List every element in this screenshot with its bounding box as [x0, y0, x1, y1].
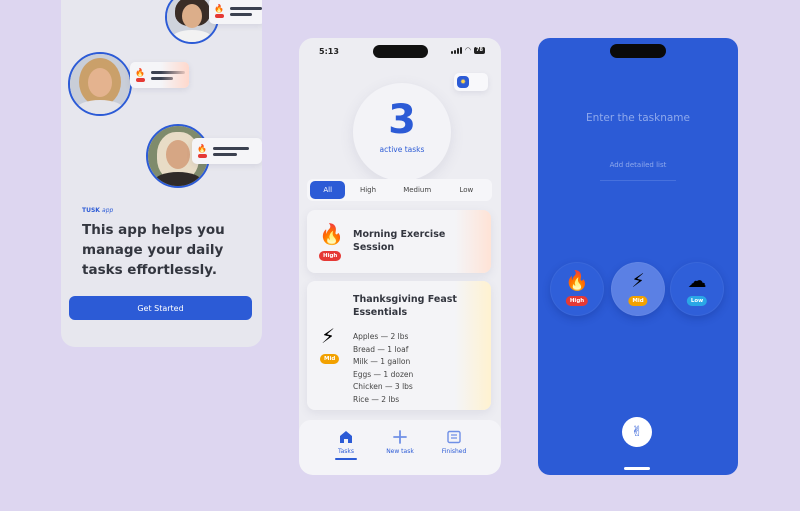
detail-underline [600, 180, 676, 181]
tab-new-task[interactable]: New task [383, 429, 417, 475]
task-items: Apples — 2 lbs Bread — 1 loaf Milk — 1 g… [353, 331, 413, 406]
tab-label: New task [386, 448, 414, 455]
priority-badge: High [565, 296, 589, 306]
status-time: 5:13 [319, 47, 339, 56]
avatar-woman-blonde [68, 52, 132, 116]
list-item: Chicken — 3 lbs [353, 382, 413, 391]
task-title: Thanksgiving Feast Essentials [353, 294, 457, 318]
fire-icon: 🔥 [214, 3, 224, 13]
priority-badge: Low [686, 296, 708, 306]
detail-input[interactable]: Add detailed list [538, 161, 738, 169]
wifi-icon: ◠ [464, 46, 472, 54]
cloud-icon: ☁ [687, 270, 707, 292]
taskname-input[interactable]: Enter the taskname [538, 112, 738, 124]
signal-icon [450, 47, 462, 54]
priority-mid-option[interactable]: ⚡ Mid [611, 262, 665, 316]
active-count: 3 [388, 97, 416, 143]
task-title: Morning Exercise Session [353, 229, 446, 253]
priority-low-option[interactable]: ☁ Low [670, 262, 724, 316]
onboarding-headline: This app helps you manage your daily tas… [82, 222, 225, 278]
status-icons: ◠ 78 [450, 46, 485, 54]
onboarding-screen: 🔥 🔥 🔥 TUSK app This app helps you manage… [61, 0, 262, 347]
fire-icon: 🔥 [565, 270, 589, 292]
preview-card: 🔥 [130, 62, 189, 88]
active-tasks-counter: 3 active tasks [353, 83, 451, 181]
active-label: active tasks [379, 145, 425, 154]
task-card[interactable]: ⚡ Mid Thanksgiving Feast Essentials Appl… [307, 281, 491, 410]
fire-icon: 🔥 [197, 143, 207, 153]
priority-badge: High [319, 251, 342, 261]
battery-icon: 78 [474, 47, 485, 54]
filter-high[interactable]: High [345, 186, 390, 194]
list-item: Apples — 2 lbs [353, 332, 409, 341]
hand-ok-icon[interactable]: ✌ [622, 417, 652, 447]
tab-label: Finished [441, 448, 467, 455]
tab-bar: Tasks New task Finished [299, 420, 501, 475]
lightning-icon: ⚡ [321, 324, 336, 348]
filter-low[interactable]: Low [444, 186, 489, 194]
list-item: Eggs — 1 dozen [353, 369, 414, 379]
home-indicator [624, 467, 650, 470]
list-item: Rice — 2 lbs [353, 394, 400, 404]
plus-icon [393, 430, 407, 444]
sun-icon: ✹ [457, 76, 469, 88]
high-pill [214, 13, 224, 18]
active-tab-indicator [335, 458, 357, 460]
task-card[interactable]: 🔥 High Morning Exercise Session [307, 210, 491, 273]
theme-toggle[interactable]: ✹ [454, 73, 488, 91]
dynamic-island [610, 44, 666, 58]
priority-badge: Mid [628, 296, 648, 306]
fire-icon: 🔥 [319, 222, 344, 246]
new-task-screen: Enter the taskname Add detailed list 🔥 H… [538, 38, 738, 475]
dynamic-island [373, 45, 428, 58]
fire-icon: 🔥 [135, 67, 145, 77]
tasks-screen: 5:13 ◠ 78 ✹ 3 active tasks All High Medi… [299, 38, 501, 475]
home-icon [340, 431, 352, 443]
high-pill [197, 153, 207, 158]
list-item: Bread — 1 loaf [353, 344, 409, 354]
priority-badge: Mid [320, 354, 340, 364]
tab-tasks[interactable]: Tasks [329, 429, 363, 475]
brand-label: TUSK app [82, 207, 114, 214]
priority-filter: All High Medium Low [307, 179, 492, 201]
priority-high-option[interactable]: 🔥 High [550, 262, 604, 316]
preview-card: 🔥 [192, 138, 262, 164]
list-icon [447, 430, 461, 444]
tab-finished[interactable]: Finished [437, 429, 471, 475]
filter-all[interactable]: All [310, 181, 346, 199]
lightning-icon: ⚡ [631, 270, 645, 292]
high-pill [135, 77, 145, 82]
get-started-button[interactable]: Get Started [69, 296, 252, 320]
tab-label: Tasks [337, 448, 355, 455]
preview-card: 🔥 [209, 0, 262, 24]
list-item: Milk — 1 gallon [353, 357, 411, 366]
filter-medium[interactable]: Medium [391, 186, 444, 194]
